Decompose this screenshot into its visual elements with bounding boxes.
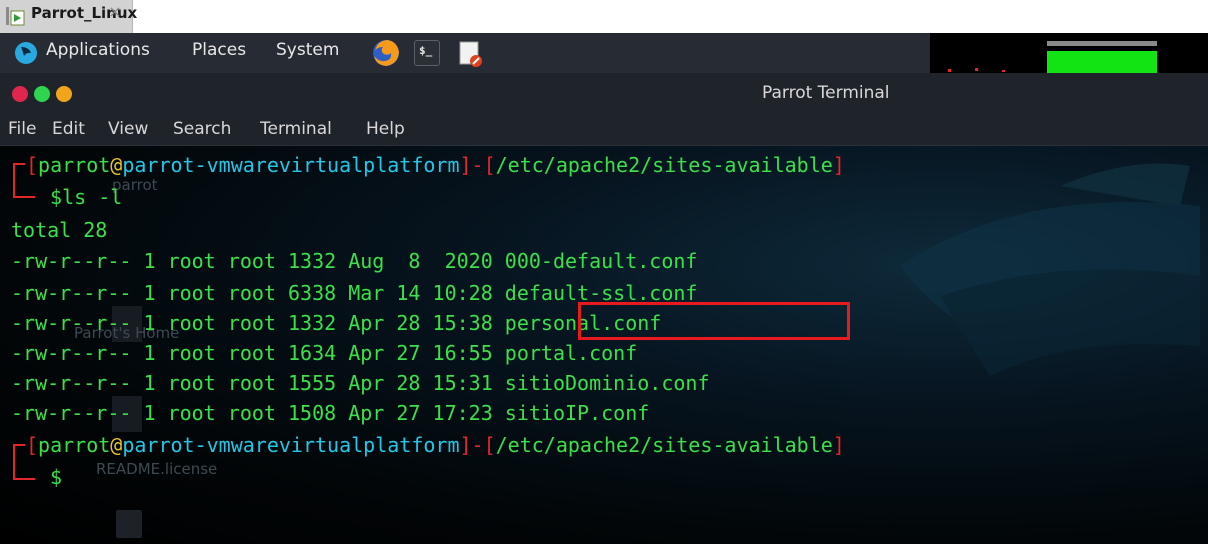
window-title: Parrot Terminal <box>762 83 890 103</box>
terminal-menubar: File Edit View Search Terminal Help <box>0 115 1208 146</box>
ls-row: -rw-r--r-- 1 root root 1634 Apr 27 16:55… <box>11 341 638 365</box>
system-monitor-applet[interactable] <box>930 33 1208 73</box>
firefox-icon[interactable] <box>371 38 401 68</box>
places-menu[interactable]: Places <box>192 40 246 60</box>
parrot-logo-icon[interactable] <box>14 41 38 65</box>
menu-search[interactable]: Search <box>173 119 231 139</box>
text-editor-icon[interactable] <box>457 40 483 68</box>
terminal-titlebar: Parrot Terminal <box>0 73 1208 115</box>
file-name: sitioDominio.conf <box>504 371 710 395</box>
window-maximize-button[interactable] <box>56 86 72 102</box>
ls-row: -rw-r--r-- 1 root root 1332 Apr 28 15:38… <box>11 311 662 335</box>
highlight-box-personal-conf <box>578 302 850 340</box>
menu-help[interactable]: Help <box>366 119 405 139</box>
prompt-corner <box>13 163 15 198</box>
menu-terminal[interactable]: Terminal <box>260 119 332 139</box>
vm-tab-strip: Parrot_Linux × <box>0 0 1208 33</box>
window-minimize-button[interactable] <box>34 86 50 102</box>
prompt-user: parrot <box>38 153 111 177</box>
memory-bar-top <box>1047 41 1157 46</box>
window-close-button[interactable] <box>12 86 28 102</box>
command-line: $ls -l <box>38 184 122 210</box>
net-graph <box>1164 33 1208 73</box>
ls-total: total 28 <box>11 218 108 242</box>
wallpaper-parrot-wing <box>900 163 1200 376</box>
desktop-ghost-label: README.license <box>96 460 218 478</box>
system-menu[interactable]: System <box>276 40 339 60</box>
prompt-line: [parrot@parrot-vmwarevirtualplatform]-[/… <box>26 433 845 457</box>
terminal-icon[interactable]: $_ <box>414 40 440 66</box>
prompt-path: /etc/apache2/sites-available <box>495 153 833 177</box>
ls-row: -rw-r--r-- 1 root root 1508 Apr 27 17:23… <box>11 401 650 425</box>
file-name: sitioIP.conf <box>504 401 650 425</box>
applications-menu[interactable]: Applications <box>46 40 150 60</box>
ls-row: -rw-r--r-- 1 root root 1332 Aug 8 2020 0… <box>11 249 698 273</box>
ls-row: -rw-r--r-- 1 root root 1555 Apr 28 15:31… <box>11 371 710 395</box>
desktop-top-panel: Applications Places System $_ <box>0 33 1208 73</box>
command-line[interactable]: $ <box>38 464 62 490</box>
prompt-symbol: $ <box>50 185 63 209</box>
vm-tab-icon <box>6 7 25 26</box>
menu-edit[interactable]: Edit <box>52 119 85 139</box>
terminal-output[interactable]: parrot Parrot's Home README.license [par… <box>0 146 1208 544</box>
file-name: portal.conf <box>504 341 638 365</box>
command-text: ls -l <box>62 185 123 209</box>
memory-bar-fill <box>1047 51 1157 73</box>
file-name: 000-default.conf <box>504 249 698 273</box>
prompt-host: parrot-vmwarevirtualplatform <box>122 153 460 177</box>
prompt-at: @ <box>110 153 123 177</box>
memory-graph <box>1046 33 1158 73</box>
desktop-trash-icon <box>116 510 142 538</box>
menu-file[interactable]: File <box>8 119 36 139</box>
prompt-corner <box>13 196 35 198</box>
menu-view[interactable]: View <box>108 119 148 139</box>
prompt-corner <box>13 444 15 480</box>
prompt-corner <box>13 478 35 480</box>
prompt-line: [parrot@parrot-vmwarevirtualplatform]-[/… <box>26 153 845 177</box>
cpu-graph <box>930 33 1040 73</box>
vm-tab-parrot-linux[interactable]: Parrot_Linux × <box>0 0 137 33</box>
vm-tab-close-icon[interactable]: × <box>106 3 124 21</box>
